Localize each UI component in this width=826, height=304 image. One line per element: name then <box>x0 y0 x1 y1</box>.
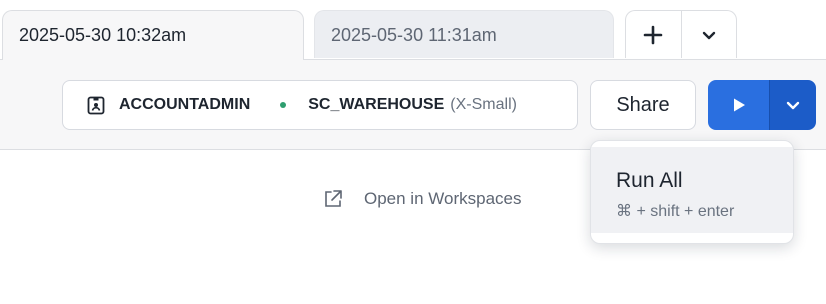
open-in-workspaces-link[interactable]: Open in Workspaces <box>322 184 521 214</box>
play-icon <box>733 98 745 112</box>
plus-icon <box>643 25 663 44</box>
menu-item-label: Run All <box>616 169 683 192</box>
share-button[interactable]: Share <box>590 80 696 130</box>
tab-bar: 2025-05-30 10:32am 2025-05-30 11:31am <box>0 0 826 60</box>
role-name: ACCOUNTADMIN <box>119 96 251 113</box>
context-selector[interactable]: ACCOUNTADMIN SC_WAREHOUSE (X-Small) <box>62 80 578 130</box>
tab-worksheet-1[interactable]: 2025-05-30 10:32am <box>2 10 304 60</box>
run-options-menu: Run All ⌘ + shift + enter <box>590 140 794 244</box>
tab-menu-button[interactable] <box>680 11 737 58</box>
run-button[interactable] <box>708 80 769 130</box>
run-options-button[interactable] <box>769 80 816 130</box>
status-dot <box>280 102 287 108</box>
open-link-label: Open in Workspaces <box>364 189 522 208</box>
warehouse-name: SC_WAREHOUSE <box>308 96 445 113</box>
tab-tools <box>625 10 737 58</box>
menu-item-shortcut: ⌘ + shift + enter <box>616 203 735 220</box>
tab-label: 2025-05-30 10:32am <box>19 25 187 45</box>
external-link-icon <box>322 188 344 210</box>
tab-label: 2025-05-30 11:31am <box>331 25 497 45</box>
run-button-group <box>708 80 816 130</box>
add-tab-button[interactable] <box>626 11 681 58</box>
chevron-down-icon <box>702 31 715 39</box>
badge-icon <box>87 95 105 115</box>
menu-item-run-all[interactable]: Run All ⌘ + shift + enter <box>591 147 793 233</box>
warehouse-size: (X-Small) <box>450 96 517 113</box>
chevron-down-icon <box>786 101 800 110</box>
worksheet-toolbar: ACCOUNTADMIN SC_WAREHOUSE (X-Small) Shar… <box>0 59 826 150</box>
tab-worksheet-2[interactable]: 2025-05-30 11:31am <box>314 10 614 58</box>
